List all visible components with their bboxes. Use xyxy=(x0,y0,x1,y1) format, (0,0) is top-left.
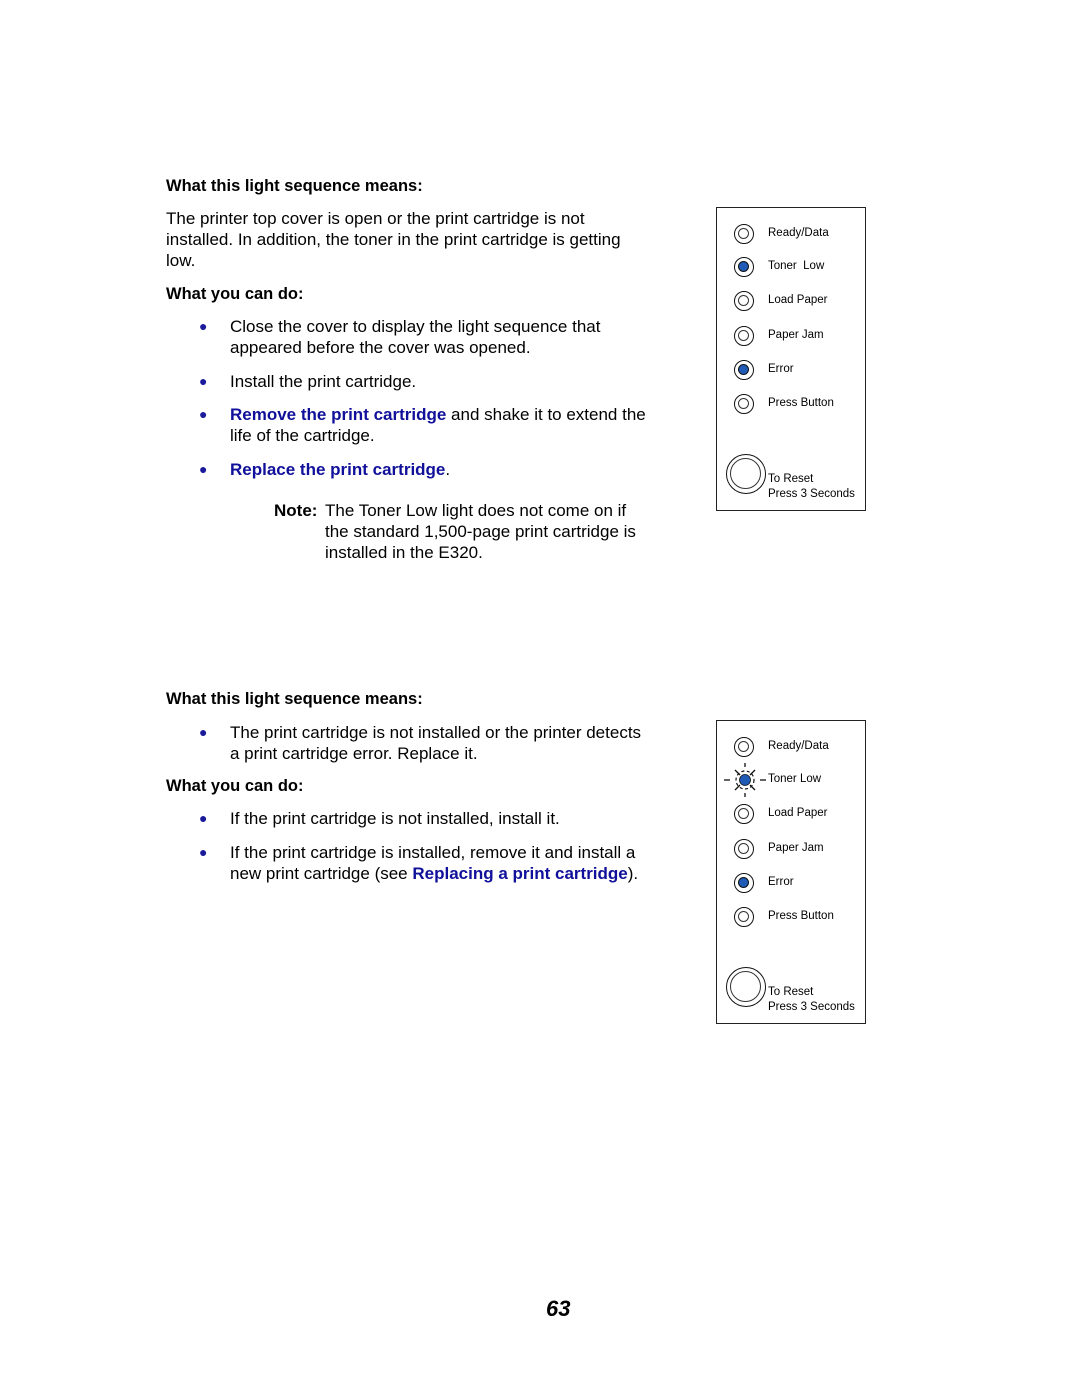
light-error: Error xyxy=(717,873,865,897)
section1-heading-means: What this light sequence means: xyxy=(166,177,423,195)
reset-label-line1: To Reset xyxy=(768,473,814,485)
section2-bullet-not-installed: ● If the print cartridge is not installe… xyxy=(199,809,560,828)
section1-bullet-close-cover: ● Close the cover to display the light s… xyxy=(199,317,601,357)
bullet-icon: ● xyxy=(199,373,208,389)
bullet-icon: ● xyxy=(199,844,208,860)
light-paper-jam: Paper Jam xyxy=(717,326,865,350)
reset-label-line2: Press 3 Seconds xyxy=(768,488,855,500)
replace-print-cartridge-link[interactable]: Replace the print cartridge xyxy=(230,460,445,479)
bullet-icon: ● xyxy=(199,724,208,740)
bullet-icon: ● xyxy=(199,810,208,826)
led-off-icon xyxy=(734,394,754,414)
replacing-print-cartridge-link[interactable]: Replacing a print cartridge xyxy=(412,864,627,883)
light-load-paper: Load Paper xyxy=(717,291,865,315)
section2-bullet-means: ● The print cartridge is not installed o… xyxy=(199,723,642,763)
light-toner-low: Toner Low xyxy=(717,257,865,281)
led-off-icon xyxy=(734,326,754,346)
section1-heading-do: What you can do: xyxy=(166,285,304,303)
note-label: Note: xyxy=(274,501,318,520)
led-off-icon xyxy=(734,291,754,311)
light-load-paper: Load Paper xyxy=(717,804,865,828)
led-off-icon xyxy=(734,224,754,244)
led-off-icon xyxy=(734,804,754,824)
operator-panel-2: Ready/Data Toner Low Load Paper Paper Ja… xyxy=(716,720,866,1024)
reset-button-icon xyxy=(726,454,766,494)
light-paper-jam: Paper Jam xyxy=(717,839,865,863)
light-error: Error xyxy=(717,360,865,384)
led-on-icon xyxy=(734,257,754,277)
page-number: 63 xyxy=(546,1296,571,1321)
section1-bullet-replace: ● Replace the print cartridge. xyxy=(199,460,451,479)
light-ready-data: Ready/Data xyxy=(717,737,865,761)
section1-bullet-install: ● Install the print cartridge. xyxy=(199,372,417,391)
led-on-icon xyxy=(734,873,754,893)
bullet-icon: ● xyxy=(199,461,208,477)
light-ready-data: Ready/Data xyxy=(717,224,865,248)
led-blinking-icon xyxy=(724,763,766,797)
led-off-icon xyxy=(734,907,754,927)
light-press-button: Press Button xyxy=(717,394,865,418)
section2-bullet-installed: ● If the print cartridge is installed, r… xyxy=(199,843,639,883)
led-off-icon xyxy=(734,839,754,859)
bullet-icon: ● xyxy=(199,406,208,422)
light-toner-low: Toner Low xyxy=(717,763,865,797)
bullet-icon: ● xyxy=(199,318,208,334)
reset-button-icon xyxy=(726,967,766,1007)
reset-label-line2: Press 3 Seconds xyxy=(768,1001,855,1013)
reset-label-line1: To Reset xyxy=(768,986,814,998)
light-press-button: Press Button xyxy=(717,907,865,931)
led-on-icon xyxy=(734,360,754,380)
section1-description: The printer top cover is open or the pri… xyxy=(166,209,621,270)
led-off-icon xyxy=(734,737,754,757)
section1-bullet-remove: ● Remove the print cartridge and shake i… xyxy=(199,405,646,445)
note-text: The Toner Low light does not come on if … xyxy=(325,501,636,562)
operator-panel-1: Ready/Data Toner Low Load Paper Paper Ja… xyxy=(716,207,866,511)
section2-heading-do: What you can do: xyxy=(166,777,304,795)
section2-heading-means: What this light sequence means: xyxy=(166,690,423,708)
remove-print-cartridge-link[interactable]: Remove the print cartridge xyxy=(230,405,446,424)
